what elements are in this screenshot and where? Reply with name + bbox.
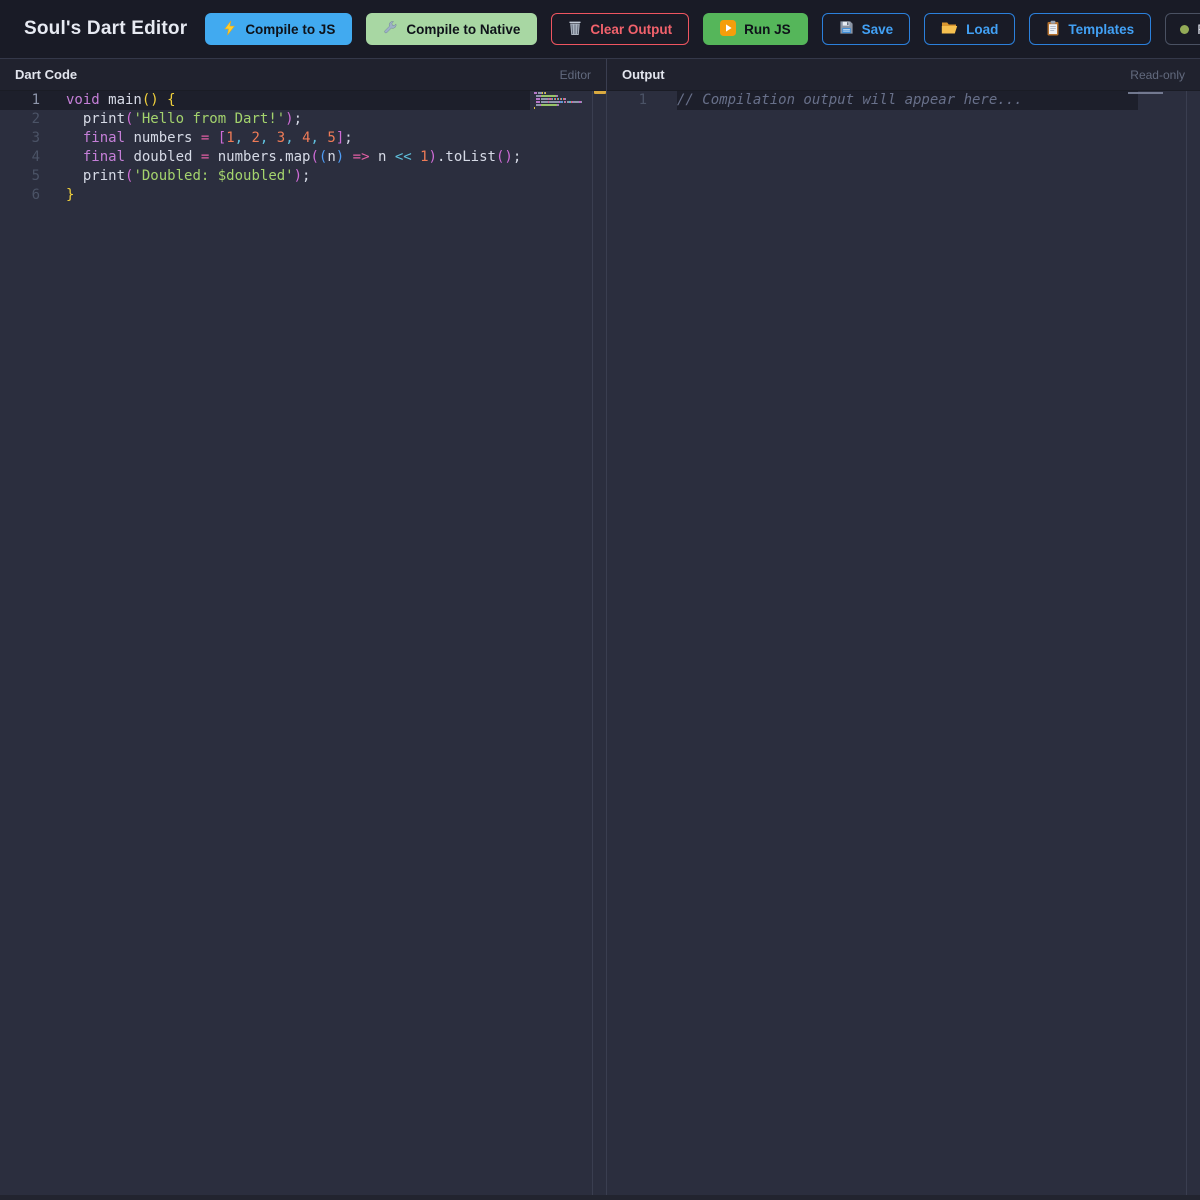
line-number: 1	[31, 92, 40, 108]
code-line: 4 final doubled = numbers.map((n) => n <…	[0, 148, 606, 167]
line-number: 4	[31, 149, 40, 165]
dart-code-panel: Dart Code Editor 1 void main() { 2 print('…	[0, 59, 607, 1195]
compile-to-native-button[interactable]: Compile to Native	[366, 13, 538, 45]
minimap-line	[534, 92, 590, 94]
editor-badge: Editor	[559, 67, 591, 82]
compile-to-js-button[interactable]: Compile to JS	[205, 13, 353, 45]
play-icon	[720, 19, 737, 39]
lightning-icon	[222, 20, 237, 39]
floppy-disk-icon	[839, 20, 854, 38]
toolbar: Soul's Dart Editor Compile to JS Compile…	[0, 0, 1200, 58]
minimap-line	[534, 98, 590, 100]
code-line-text: final numbers = [1, 2, 3, 4, 5];	[66, 130, 353, 146]
dart-code-panel-title: Dart Code	[15, 67, 78, 82]
bottom-edge	[0, 1195, 1200, 1200]
dart-editor-app: Soul's Dart Editor Compile to JS Compile…	[0, 0, 1200, 1200]
code-line: 5 print('Doubled: $doubled');	[0, 167, 606, 186]
templates-label: Templates	[1068, 21, 1135, 37]
code-line: 1 void main() {	[0, 91, 606, 110]
line-number: 1	[638, 92, 647, 108]
clear-output-button[interactable]: Clear Output	[551, 13, 690, 45]
minimap-line	[534, 101, 590, 103]
clear-output-label: Clear Output	[590, 21, 673, 37]
save-label: Save	[861, 21, 894, 37]
line-number: 5	[31, 168, 40, 184]
run-js-label: Run JS	[744, 21, 791, 37]
minimap-line	[534, 95, 590, 97]
output-minimap[interactable]	[1128, 92, 1184, 95]
code-line-text: }	[66, 187, 75, 203]
code-line-text: final doubled = numbers.map((n) => n << …	[66, 149, 522, 165]
status-dot-icon	[1180, 24, 1190, 34]
code-line: 1 // Compilation output will appear here.…	[607, 91, 1200, 110]
output-overview-ruler	[1186, 91, 1200, 1195]
open-folder-icon	[941, 20, 958, 38]
compile-to-js-label: Compile to JS	[245, 21, 336, 37]
line-number: 3	[31, 130, 40, 146]
templates-button[interactable]: Templates	[1029, 13, 1152, 45]
load-button[interactable]: Load	[924, 13, 1016, 45]
status-badge: Ready	[1165, 13, 1200, 45]
code-line: 6}	[0, 186, 606, 205]
output-panel: Output Read-only 1 // Compilation output …	[607, 59, 1200, 1195]
output-panel-title: Output	[622, 67, 665, 82]
wrench-icon	[383, 20, 398, 38]
code-line-text: print('Hello from Dart!');	[66, 111, 303, 127]
run-js-button[interactable]: Run JS	[703, 13, 808, 45]
split-view: Dart Code Editor 1 void main() { 2 print('…	[0, 58, 1200, 1195]
minimap-line	[534, 107, 590, 109]
clipboard-icon	[1046, 20, 1060, 39]
dart-code-editor[interactable]: 1 void main() { 2 print('Hello from Dart!'…	[0, 91, 606, 1195]
dart-code-panel-header: Dart Code Editor	[0, 59, 606, 91]
code-line-text: void main() {	[66, 92, 176, 108]
code-line-text: // Compilation output will appear here..…	[677, 92, 1023, 108]
minimap-line	[1128, 92, 1184, 94]
line-number: 2	[31, 111, 40, 127]
code-line-text: print('Doubled: $doubled');	[66, 168, 311, 184]
code-line: 3 final numbers = [1, 2, 3, 4, 5];	[0, 129, 606, 148]
app-title: Soul's Dart Editor	[24, 18, 188, 39]
code-line: 2 print('Hello from Dart!');	[0, 110, 606, 129]
output-editor[interactable]: 1 // Compilation output will appear here.…	[607, 91, 1200, 1195]
output-panel-header: Output Read-only	[607, 59, 1200, 91]
line-number: 6	[31, 187, 40, 203]
load-label: Load	[966, 21, 999, 37]
read-only-badge: Read-only	[1130, 67, 1185, 82]
compile-to-native-label: Compile to Native	[406, 21, 521, 37]
trash-icon	[568, 20, 582, 39]
cursor-position-marker	[594, 91, 606, 94]
overview-ruler	[592, 91, 606, 1195]
minimap-line	[534, 104, 590, 106]
save-button[interactable]: Save	[821, 13, 911, 45]
editor-minimap[interactable]	[534, 92, 590, 110]
